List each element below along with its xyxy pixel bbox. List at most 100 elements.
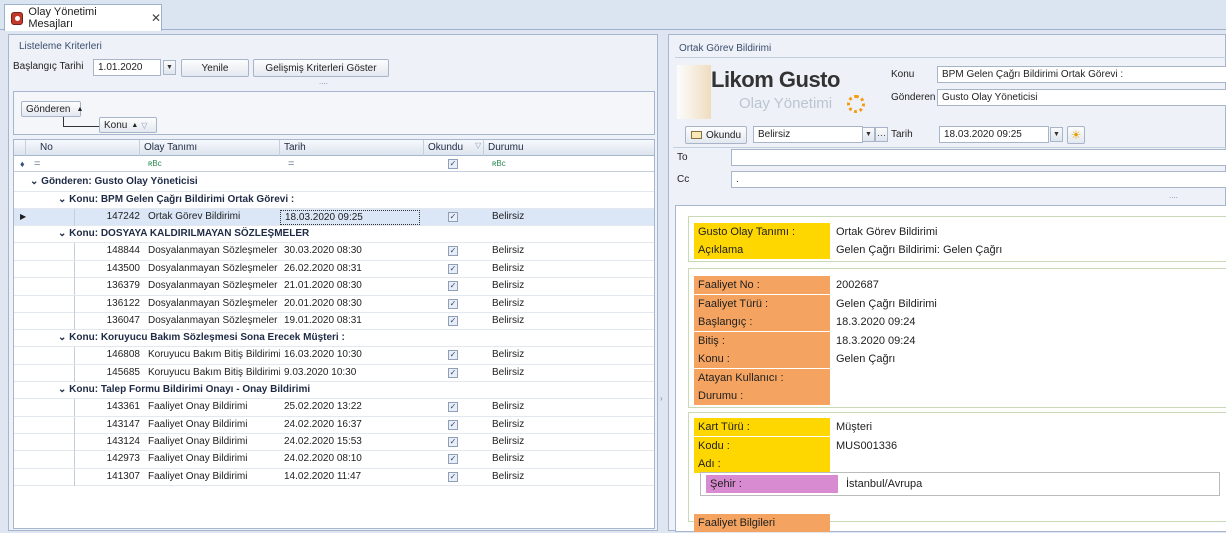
start-date-input[interactable]: 1.01.2020 xyxy=(93,59,161,76)
label-faaliyet-0: Faaliyet No : xyxy=(694,276,830,294)
cell-durumu: Belirsiz xyxy=(492,470,525,482)
cell-okundu-check[interactable]: ✓ xyxy=(448,402,458,413)
col-no[interactable]: No xyxy=(26,140,140,156)
cell-okundu-check[interactable]: ✓ xyxy=(448,454,458,465)
subject-group-row[interactable]: ⌄ Konu: Talep Formu Bildirimi Onayı - On… xyxy=(14,382,654,400)
cell-olay: Dosyalanmayan Sözleşmeler xyxy=(148,262,278,274)
cell-okundu-check[interactable]: ✓ xyxy=(448,350,458,361)
subject-group-row[interactable]: ⌄ Konu: DOSYAYA KALDIRILMAYAN SÖZLEŞMELE… xyxy=(14,226,654,244)
subject-group-label: ⌄ Konu: BPM Gelen Çağrı Bildirimi Ortak … xyxy=(58,194,295,205)
table-row[interactable]: 142973 Faaliyet Onay Bildirimi 24.02.2020 … xyxy=(14,451,654,469)
refresh-button[interactable]: Yenile xyxy=(181,59,249,77)
cc-field[interactable]: . xyxy=(731,171,1226,188)
status-select[interactable]: Belirsiz xyxy=(753,126,863,143)
row-indicator-icon: ▶ xyxy=(20,212,27,221)
chevron-down-icon[interactable]: ▼ xyxy=(163,60,176,75)
criteria-title: Listeleme Kriterleri xyxy=(19,41,102,52)
label-sehir: Şehir : xyxy=(706,475,838,493)
splitter-arrow-icon[interactable]: › xyxy=(660,394,663,403)
envelope-icon xyxy=(690,131,702,139)
okundu-label: Okundu xyxy=(705,129,742,141)
subject-group-row[interactable]: ⌄ Konu: BPM Gelen Çağrı Bildirimi Ortak … xyxy=(14,192,654,209)
konu-label: Konu xyxy=(891,69,915,80)
ellipsis-button[interactable]: ··· xyxy=(875,127,888,142)
gonderen-field[interactable]: Gusto Olay Yöneticisi xyxy=(937,89,1226,106)
to-field[interactable] xyxy=(731,149,1226,166)
cell-durumu: Belirsiz xyxy=(492,435,525,447)
chevron-down-icon[interactable]: ▼ xyxy=(862,127,875,142)
filter-tarih[interactable]: = xyxy=(284,156,294,172)
table-row[interactable]: ▶ 147242 Ortak Görev Bildirimi 18.03.2020 0… xyxy=(14,209,654,227)
cell-no: 136379 xyxy=(106,280,140,292)
close-icon[interactable]: ✕ xyxy=(151,11,161,25)
filter-no[interactable]: = xyxy=(30,156,40,172)
tarih-field[interactable]: 18.03.2020 09:25 xyxy=(939,126,1049,143)
table-row[interactable]: 143361 Faaliyet Onay Bildirimi 25.02.2020 … xyxy=(14,399,654,417)
table-row[interactable]: 136047 Dosyalanmayan Sözleşmeler 19.01.202… xyxy=(14,312,654,331)
cell-durumu: Belirsiz xyxy=(492,453,525,465)
cc-label: Cc xyxy=(677,174,690,185)
table-row[interactable]: 145685 Koruyucu Bakım Bitiş Bildirimi 9.03… xyxy=(14,364,654,383)
label-faaliyet-5: Atayan Kullanıcı : xyxy=(694,368,830,387)
cell-durumu: Belirsiz xyxy=(492,280,525,292)
subject-group-row[interactable]: ⌄ Konu: Koruyucu Bakım Sözleşmesi Sona E… xyxy=(14,330,654,348)
cell-olay: Faaliyet Onay Bildirimi xyxy=(148,435,248,447)
table-row[interactable]: 141307 Faaliyet Onay Bildirimi 14.02.2020 … xyxy=(14,468,654,487)
table-row[interactable]: 136122 Dosyalanmayan Sözleşmeler 20.01.202… xyxy=(14,295,654,313)
message-body: Gusto Olay Tanımı : Ortak Görev Bildirim… xyxy=(675,205,1226,532)
groupby-sender[interactable]: Gönderen ▲ xyxy=(21,101,83,117)
col-olay-tanimi[interactable]: Olay Tanımı xyxy=(140,140,280,156)
cell-okundu-check[interactable]: ✓ xyxy=(448,298,458,309)
table-row[interactable]: 136379 Dosyalanmayan Sözleşmeler 21.01.202… xyxy=(14,278,654,296)
cell-tarih: 16.03.2020 10:30 xyxy=(284,349,362,361)
filter-olay[interactable]: ʀBc xyxy=(144,156,162,172)
filter-icon[interactable]: ▽ xyxy=(141,121,147,130)
tab-bar: Olay Yönetimi Mesajları ✕ xyxy=(0,0,1226,31)
label-faaliyet-3: Bitiş : xyxy=(694,331,830,350)
table-row[interactable]: 143147 Faaliyet Onay Bildirimi 24.02.2020 … xyxy=(14,416,654,434)
label-faaliyet-4: Konu : xyxy=(694,350,830,368)
cell-okundu-check[interactable]: ✓ xyxy=(448,471,458,482)
cell-okundu-check[interactable]: ✓ xyxy=(448,212,458,222)
cell-olay: Faaliyet Onay Bildirimi xyxy=(148,401,248,413)
sender-group-label: ⌄ Gönderen: Gusto Olay Yöneticisi xyxy=(30,176,198,187)
splitter-dots[interactable]: .... xyxy=(1169,191,1178,200)
okundu-button[interactable]: Okundu xyxy=(685,126,747,144)
filter-durumu[interactable]: ʀBc xyxy=(488,156,506,172)
cell-durumu: Belirsiz xyxy=(492,211,525,222)
sender-group-row[interactable]: ⌄ Gönderen: Gusto Olay Yöneticisi xyxy=(14,172,654,192)
cell-okundu-check[interactable]: ✓ xyxy=(448,263,458,274)
grid-body: ⌄ Konu: BPM Gelen Çağrı Bildirimi Ortak … xyxy=(14,192,654,487)
value-kart-0: Müşteri xyxy=(836,421,873,433)
cell-okundu-check[interactable]: ✓ xyxy=(448,367,458,378)
groupby-subject[interactable]: Konu ▲ ▽ xyxy=(99,117,157,133)
table-row[interactable]: 143500 Dosyalanmayan Sözleşmeler 26.02.202… xyxy=(14,260,654,279)
cell-no: 143147 xyxy=(106,418,140,430)
konu-field[interactable]: BPM Gelen Çağrı Bildirimi Ortak Görevi : xyxy=(937,66,1226,83)
label-kart-0: Kart Türü : xyxy=(694,418,830,436)
label-faaliyet-1: Faaliyet Türü : xyxy=(694,294,830,313)
splitter-dots[interactable]: .... xyxy=(319,77,328,86)
chevron-down-icon[interactable]: ▼ xyxy=(1050,127,1063,142)
tab-olay-yonetimi[interactable]: Olay Yönetimi Mesajları ✕ xyxy=(4,4,162,31)
table-row[interactable]: 146808 Koruyucu Bakım Bitiş Bildirimi 16.0… xyxy=(14,347,654,365)
table-row[interactable]: 143124 Faaliyet Onay Bildirimi 24.02.2020 … xyxy=(14,433,654,452)
table-row[interactable]: 148844 Dosyalanmayan Sözleşmeler 30.03.202… xyxy=(14,243,654,261)
col-durumu[interactable]: Durumu xyxy=(484,140,654,156)
cell-okundu-check[interactable]: ✓ xyxy=(448,315,458,326)
col-tarih[interactable]: Tarih xyxy=(280,140,424,156)
sun-icon[interactable]: ☀ xyxy=(1067,126,1085,144)
app-icon xyxy=(11,11,24,25)
to-label: To xyxy=(677,152,688,163)
cell-okundu-check[interactable]: ✓ xyxy=(448,436,458,447)
advanced-criteria-button[interactable]: Gelişmiş Kriterleri Göster xyxy=(253,59,389,77)
cell-okundu-check[interactable]: ✓ xyxy=(448,419,458,430)
cell-okundu-check[interactable]: ✓ xyxy=(448,246,458,257)
sort-asc-icon: ▲ xyxy=(131,121,139,129)
chevron-down-icon: ⌄ xyxy=(58,384,70,396)
filter-icon[interactable]: ▽ xyxy=(475,141,481,150)
filter-okundu-check[interactable]: ✓ xyxy=(448,159,458,169)
cell-durumu: Belirsiz xyxy=(492,297,525,309)
cell-okundu-check[interactable]: ✓ xyxy=(448,281,458,292)
value-faaliyet-1: Gelen Çağrı Bildirimi xyxy=(836,297,937,310)
